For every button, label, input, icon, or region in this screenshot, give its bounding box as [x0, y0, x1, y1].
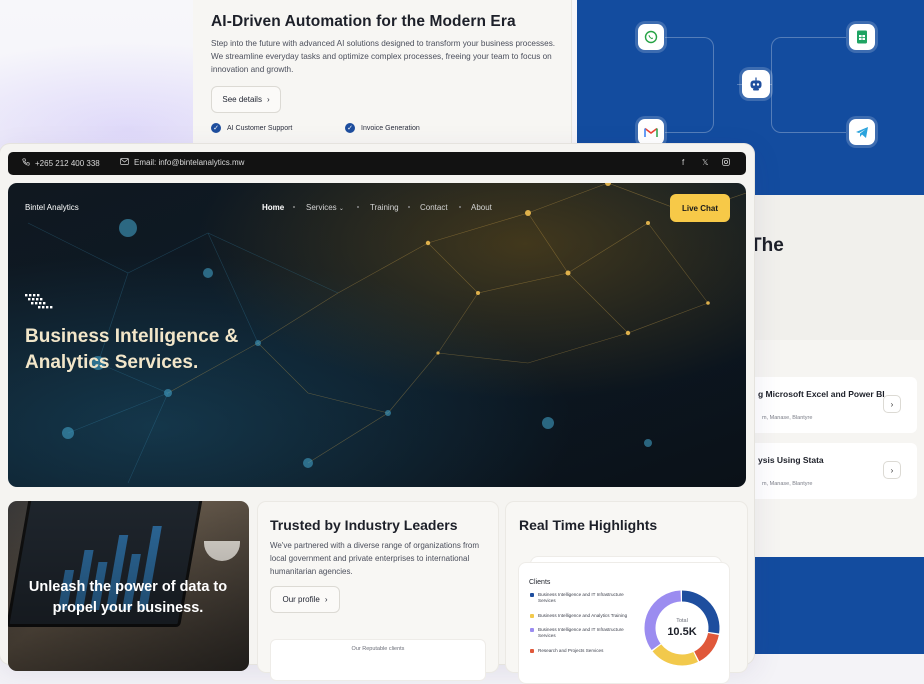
- trusted-card: Trusted by Industry Leaders We've partne…: [257, 501, 499, 681]
- nav-separator: [459, 206, 461, 208]
- legend-swatch: [530, 649, 534, 653]
- legend-label: Business Intelligence and IT Infrastruct…: [538, 627, 624, 638]
- training-card[interactable]: g Microsoft Excel and Power BI m, Manase…: [740, 377, 917, 433]
- automation-card: AI-Driven Automation for the Modern Era …: [193, 0, 572, 150]
- nav-about[interactable]: About: [471, 203, 492, 212]
- legend-swatch: [530, 593, 534, 597]
- contact-topbar: +265 212 400 338 Email: info@bintelanaly…: [8, 152, 746, 175]
- feature-item: ✓ Invoice Generation: [345, 123, 420, 133]
- training-title: g Microsoft Excel and Power BI: [758, 389, 885, 399]
- nav-separator: [408, 206, 410, 208]
- live-chat-button[interactable]: Live Chat: [670, 194, 730, 222]
- automation-title: AI-Driven Automation for the Modern Era: [211, 13, 516, 30]
- nav-training[interactable]: Training: [370, 203, 399, 212]
- connector-line: [771, 84, 846, 133]
- legend-item: Business Intelligence and IT Infrastruct…: [530, 592, 640, 604]
- chevron-right-icon: ›: [266, 95, 270, 104]
- check-icon: ✓: [211, 123, 221, 133]
- legend-item: Research and Projects Services: [530, 648, 640, 654]
- donut-total-label: Total: [676, 618, 688, 624]
- telegram-icon: [849, 119, 875, 145]
- feature-label: Invoice Generation: [361, 124, 420, 132]
- feature-label: AI Customer Support: [227, 124, 293, 132]
- email-contact[interactable]: Email: info@bintelanalytics.mw: [120, 158, 244, 167]
- feature-item: ✓ AI Customer Support: [211, 123, 292, 133]
- trusted-description: We've partnered with a diverse range of …: [270, 541, 480, 576]
- see-details-label: See details: [222, 95, 262, 104]
- highlights-title: Real Time Highlights: [519, 517, 658, 533]
- legend-item: Business Intelligence and Analytics Trai…: [530, 613, 640, 619]
- clients-box: Our Reputable clients: [270, 639, 486, 681]
- legend-swatch: [530, 614, 534, 618]
- our-profile-label: Our profile: [282, 595, 320, 604]
- training-title: ysis Using Stata: [758, 455, 824, 465]
- brand-name[interactable]: Bintel Analytics: [25, 203, 79, 212]
- training-list: g Microsoft Excel and Power BI m, Manase…: [740, 340, 924, 557]
- nav-home[interactable]: Home: [262, 203, 284, 212]
- bot-icon: [742, 70, 770, 98]
- nav-services[interactable]: Services ⌄: [306, 203, 344, 212]
- legend-item: Business Intelligence and IT Infrastruct…: [530, 627, 640, 639]
- training-heading: The: [750, 235, 784, 256]
- clients-label: Our Reputable clients: [351, 646, 405, 652]
- instagram-icon[interactable]: [722, 158, 730, 168]
- training-location: m, Manase, Blantyre: [762, 415, 813, 421]
- legend-label: Research and Projects Services: [538, 648, 604, 653]
- x-icon[interactable]: 𝕏: [702, 158, 708, 167]
- hero-section: Bintel Analytics Home Services ⌄ Trainin…: [8, 183, 746, 487]
- training-location: m, Manase, Blantyre: [762, 481, 813, 487]
- facebook-icon[interactable]: f: [682, 158, 684, 167]
- clients-heading: Clients: [529, 579, 551, 586]
- chevron-down-icon: ⌄: [338, 206, 344, 212]
- clients-donut-chart: Total 10.5K: [644, 590, 720, 666]
- hero-title: Business Intelligence & Analytics Servic…: [25, 326, 239, 373]
- nav-separator: [293, 206, 295, 208]
- blue-section: [740, 557, 924, 654]
- connector-line: [665, 84, 714, 133]
- phone-number: +265 212 400 338: [35, 158, 100, 168]
- training-panel: The g Microsoft Excel and Power BI m, Ma…: [740, 195, 924, 557]
- see-details-button[interactable]: See details ›: [211, 86, 281, 113]
- donut-segment: [693, 632, 719, 662]
- chevron-right-icon[interactable]: ›: [883, 395, 901, 413]
- nav-separator: [357, 206, 359, 208]
- connector-line: [771, 37, 846, 84]
- whatsapp-icon: [638, 24, 664, 50]
- donut-total-value: 10.5K: [667, 626, 696, 638]
- google-sheets-icon: [849, 24, 875, 50]
- trusted-title: Trusted by Industry Leaders: [270, 517, 458, 533]
- phone-contact[interactable]: +265 212 400 338: [22, 158, 100, 168]
- dots-logo-icon: [25, 294, 55, 315]
- chevron-right-icon[interactable]: ›: [883, 461, 901, 479]
- chevron-right-icon: ›: [324, 595, 328, 604]
- promo-text: Unleash the power of data to propel your…: [28, 579, 228, 616]
- promo-image-card: Unleash the power of data to propel your…: [8, 501, 249, 671]
- our-profile-button[interactable]: Our profile ›: [270, 586, 340, 613]
- nav-contact[interactable]: Contact: [420, 203, 448, 212]
- legend-label: Business Intelligence and Analytics Trai…: [538, 613, 628, 618]
- email-address: Email: info@bintelanalytics.mw: [134, 158, 245, 167]
- check-icon: ✓: [345, 123, 355, 133]
- mail-icon: [120, 158, 129, 167]
- gmail-icon: [638, 119, 664, 145]
- connector-line: [665, 37, 714, 84]
- legend-label: Business Intelligence and IT Infrastruct…: [538, 592, 624, 603]
- legend-swatch: [530, 628, 534, 632]
- training-card[interactable]: ysis Using Stata m, Manase, Blantyre ›: [740, 443, 917, 499]
- phone-icon: [22, 158, 30, 168]
- nav-services-label: Services: [306, 203, 337, 212]
- clients-chart-panel: Clients Business Intelligence and IT Inf…: [518, 562, 730, 684]
- automation-description: Step into the future with advanced AI so…: [211, 39, 556, 74]
